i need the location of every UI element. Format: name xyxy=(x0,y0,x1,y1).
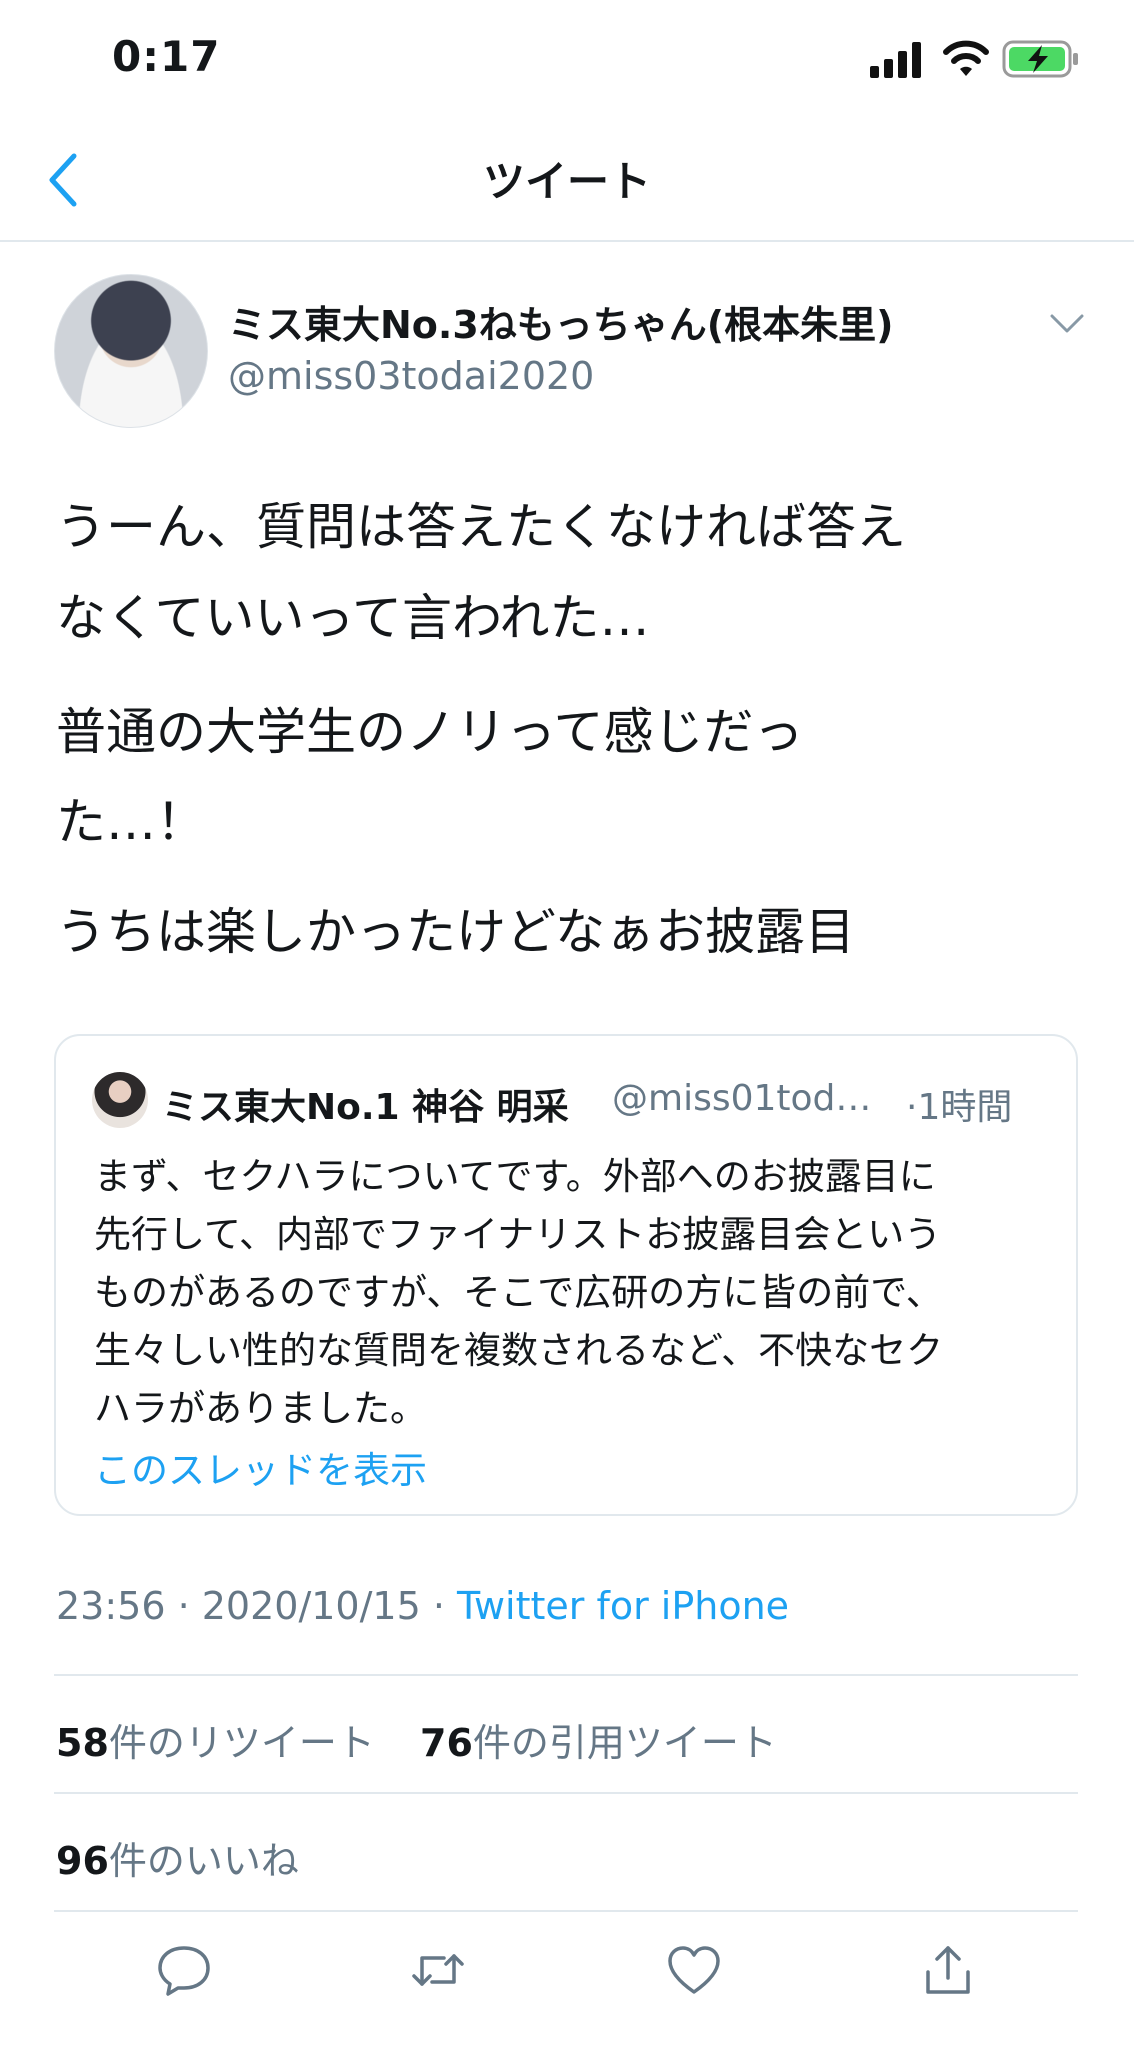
author-avatar[interactable] xyxy=(54,274,208,428)
likes-stat[interactable]: 96件のいいね xyxy=(56,1830,299,1885)
tweet-meta: 23:56 · 2020/10/15 · Twitter for iPhone xyxy=(56,1584,789,1628)
cellular-signal-icon xyxy=(870,42,926,78)
tweet-timestamp: 23:56 · 2020/10/15 · xyxy=(56,1584,458,1628)
retweets-count: 58 xyxy=(56,1721,109,1765)
share-icon xyxy=(926,1946,970,1994)
chevron-down-icon xyxy=(1050,314,1084,333)
share-button[interactable] xyxy=(920,1942,976,1998)
show-thread-link[interactable]: このスレッドを表示 xyxy=(94,1440,427,1494)
divider xyxy=(54,1910,1078,1912)
status-time: 0:17 xyxy=(112,32,221,81)
reply-button[interactable] xyxy=(156,1942,212,1998)
retweet-button[interactable] xyxy=(410,1942,466,1998)
likes-count: 96 xyxy=(56,1839,109,1883)
retweets-label: 件のリツイート xyxy=(108,1721,375,1765)
divider xyxy=(54,1674,1078,1676)
quote-text-line: ハラがありました。 xyxy=(94,1387,427,1430)
quote-author-avatar xyxy=(92,1072,148,1128)
page-title: ツイート xyxy=(482,157,651,206)
quote-author-handle: @miss01tod… xyxy=(612,1078,872,1119)
retweet-icon xyxy=(412,1954,464,1986)
quote-text-line: 先行して、内部でファイナリストお披露目会という xyxy=(94,1213,942,1256)
quote-text-line: まず、セクハラについてです。外部へのお披露目に xyxy=(94,1155,936,1198)
retweets-stat[interactable]: 58件のリツイート xyxy=(56,1712,375,1767)
likes-label: 件のいいね xyxy=(108,1839,299,1883)
quote-text-line: ものがあるのですが、そこで広研の方に皆の前で、 xyxy=(94,1271,943,1314)
author-name[interactable]: ミス東大No.3ねもっちゃん(根本朱里) xyxy=(228,294,894,349)
quote-author-name: ミス東大No.1 神谷 明采 xyxy=(162,1087,569,1128)
tweet-menu-button[interactable] xyxy=(1050,314,1084,334)
wifi-icon xyxy=(942,38,990,78)
divider xyxy=(54,1792,1078,1794)
quotes-stat[interactable]: 76件の引用ツイート xyxy=(420,1712,777,1767)
quote-text-line: 生々しい性的な質問を複数されるなど、不快なセク xyxy=(94,1329,944,1372)
like-icon xyxy=(668,1946,720,1994)
tweet-text-line: なくていいって言われた… xyxy=(56,589,650,647)
reply-icon xyxy=(158,1946,210,1996)
tweet-text-line: うちは楽しかったけどなぁお披露目 xyxy=(56,903,855,961)
tweet-source-link[interactable]: Twitter for iPhone xyxy=(457,1584,789,1628)
tweet-text-line: た…！ xyxy=(56,793,206,851)
battery-charging-icon xyxy=(1002,40,1080,78)
like-button[interactable] xyxy=(666,1942,722,1998)
quote-time: ·1時間 xyxy=(906,1087,1013,1128)
author-handle[interactable]: @miss03todai2020 xyxy=(228,354,594,398)
quotes-label: 件の引用ツイート xyxy=(472,1721,777,1765)
quotes-count: 76 xyxy=(420,1721,473,1765)
tweet-text-line: 普通の大学生のノリって感じだっ xyxy=(56,703,804,761)
tweet-text-line: うーん、質問は答えたくなければ答え xyxy=(56,498,906,556)
nav-divider xyxy=(0,240,1134,242)
